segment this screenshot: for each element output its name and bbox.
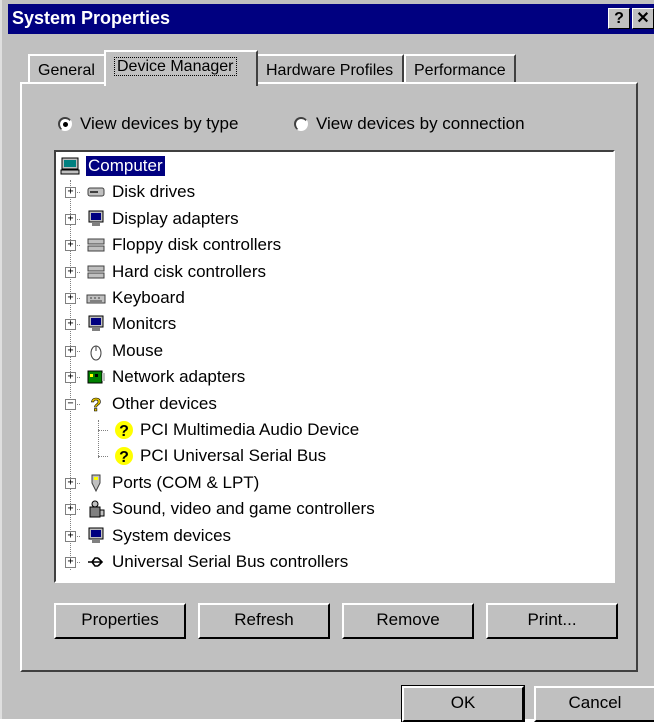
expand-icon[interactable]: + <box>65 504 76 516</box>
tree-connector-dash <box>98 430 108 431</box>
unknown-device-icon: ? <box>115 447 133 466</box>
tree-item-label: PCI Multimedia Audio Device <box>140 420 360 439</box>
tree-item-keyboard[interactable]: Keyboard <box>86 286 185 310</box>
expand-icon[interactable]: + <box>65 293 76 304</box>
tree-item-other-devices[interactable]: ? Other devices <box>86 392 217 416</box>
tab-performance[interactable]: Performance <box>404 54 516 84</box>
computer-icon <box>60 157 80 175</box>
tree-item-label: Hard cisk controllers <box>112 261 266 281</box>
tree-root-computer[interactable]: Computer <box>60 154 165 178</box>
tree-item-universal-serial-bus-controllers[interactable]: Universal Serial Bus controllers <box>86 550 348 574</box>
tree-item-disk-drives[interactable]: Disk drives <box>86 180 195 204</box>
window-title: System Properties <box>12 8 171 28</box>
port-icon <box>91 474 101 492</box>
tree-item-hard-cisk-controllers[interactable]: Hard cisk controllers <box>86 260 266 284</box>
tab-device-manager[interactable]: Device Manager <box>104 50 258 86</box>
unknown-device-icon: ? <box>115 421 133 440</box>
tree-item-mouse[interactable]: Mouse <box>86 339 163 363</box>
collapse-icon[interactable]: − <box>65 398 76 410</box>
tree-item-label: Network adapters <box>112 367 246 387</box>
tree-item-network-adapters[interactable]: Network adapters <box>86 365 245 389</box>
print-button[interactable]: Print... <box>486 603 618 639</box>
expand-icon[interactable]: + <box>65 266 76 278</box>
expand-icon[interactable]: + <box>65 372 76 384</box>
tree-item-sound-video-and-game-controllers[interactable]: Sound, video and game controllers <box>86 497 375 521</box>
view-by-connection-label: View devices by connection <box>316 114 525 133</box>
sound-icon <box>89 500 105 518</box>
tree-item-label: Mouse <box>112 340 164 360</box>
question-mark-icon: ? <box>90 394 102 414</box>
disk-drive-icon <box>87 187 105 197</box>
svg-text:?: ? <box>119 449 129 466</box>
ok-button[interactable]: OK <box>401 685 525 722</box>
tree-item-label: Other devices <box>112 393 217 413</box>
tree-item-label: Display adapters <box>112 208 239 228</box>
tab-hardware-profiles-label: Hardware Profiles <box>266 62 394 79</box>
tree-item-label: Ports (COM & LPT) <box>112 472 260 492</box>
tree-root-label: Computer <box>86 156 165 176</box>
radio-selected-icon <box>58 117 72 131</box>
tree-item-label: Universal Serial Bus controllers <box>112 552 349 571</box>
tab-performance-label: Performance <box>414 62 506 79</box>
svg-text:?: ? <box>119 423 129 440</box>
tree-item-label: Keyboard <box>112 288 185 307</box>
tab-device-manager-label: Device Manager <box>114 57 237 76</box>
tab-general-label: General <box>38 62 95 79</box>
tree-item-label: System devices <box>112 525 232 545</box>
remove-button[interactable]: Remove <box>342 603 474 639</box>
cancel-button[interactable]: Cancel <box>534 686 654 722</box>
tree-connector-dash <box>98 456 108 458</box>
radio-unselected-icon <box>294 117 308 131</box>
monitor-icon <box>88 527 104 543</box>
tree-item-label: Disk drives <box>112 182 196 202</box>
close-button[interactable]: ✕ <box>632 8 654 29</box>
tree-item-display-adapters[interactable]: Display adapters <box>86 207 239 231</box>
tree-item-label: Sound, video and game controllers <box>112 499 375 519</box>
tree-item-pci-universal-serial-bus[interactable]: ? PCI Universal Serial Bus <box>114 444 326 468</box>
expand-icon[interactable]: + <box>65 530 76 542</box>
tree-item-label: Monitcrs <box>112 314 177 334</box>
view-by-type-radio[interactable]: View devices by type <box>58 114 238 134</box>
tree-item-label: PCI Universal Serial Bus <box>140 446 327 466</box>
expand-icon[interactable]: + <box>65 213 76 225</box>
expand-icon[interactable]: + <box>65 187 76 199</box>
controller-icon <box>87 265 105 279</box>
properties-button[interactable]: Properties <box>54 603 186 639</box>
tree-item-ports-com-lpt[interactable]: Ports (COM & LPT) <box>86 471 259 495</box>
expand-icon[interactable]: + <box>65 477 76 489</box>
expand-icon[interactable]: + <box>65 319 76 331</box>
tree-connector-line-child <box>98 420 99 458</box>
help-button[interactable]: ? <box>608 8 630 29</box>
svg-text:?: ? <box>91 395 102 414</box>
view-by-type-label: View devices by type <box>80 114 239 133</box>
expand-icon[interactable]: + <box>65 557 76 568</box>
controller-icon <box>87 238 105 252</box>
tree-item-label: Floppy disk controllers <box>112 235 282 255</box>
tree-item-monitcrs[interactable]: Monitcrs <box>86 312 176 336</box>
expand-icon[interactable]: + <box>65 345 76 357</box>
view-by-connection-radio[interactable]: View devices by connection <box>294 114 525 134</box>
tab-general[interactable]: General <box>28 54 106 84</box>
tree-item-pci-multimedia-audio-device[interactable]: ? PCI Multimedia Audio Device <box>114 418 359 442</box>
monitor-icon <box>88 210 104 226</box>
refresh-button[interactable]: Refresh <box>198 603 330 639</box>
usb-icon <box>88 557 104 567</box>
monitor-icon <box>88 315 104 332</box>
tab-hardware-profiles[interactable]: Hardware Profiles <box>256 54 404 84</box>
keyboard-icon <box>86 294 106 304</box>
tree-item-system-devices[interactable]: System devices <box>86 524 231 548</box>
title-bar[interactable]: System Properties ? ✕ <box>8 4 654 34</box>
system-properties-window: System Properties ? ✕ General Device Man… <box>0 0 654 722</box>
tree-item-floppy-disk-controllers[interactable]: Floppy disk controllers <box>86 233 281 257</box>
device-tree[interactable]: Computer Disk drives + Display adapters + Fl… <box>54 150 615 583</box>
mouse-icon <box>90 345 102 361</box>
expand-icon[interactable]: + <box>65 240 76 252</box>
network-card-icon <box>87 370 105 384</box>
